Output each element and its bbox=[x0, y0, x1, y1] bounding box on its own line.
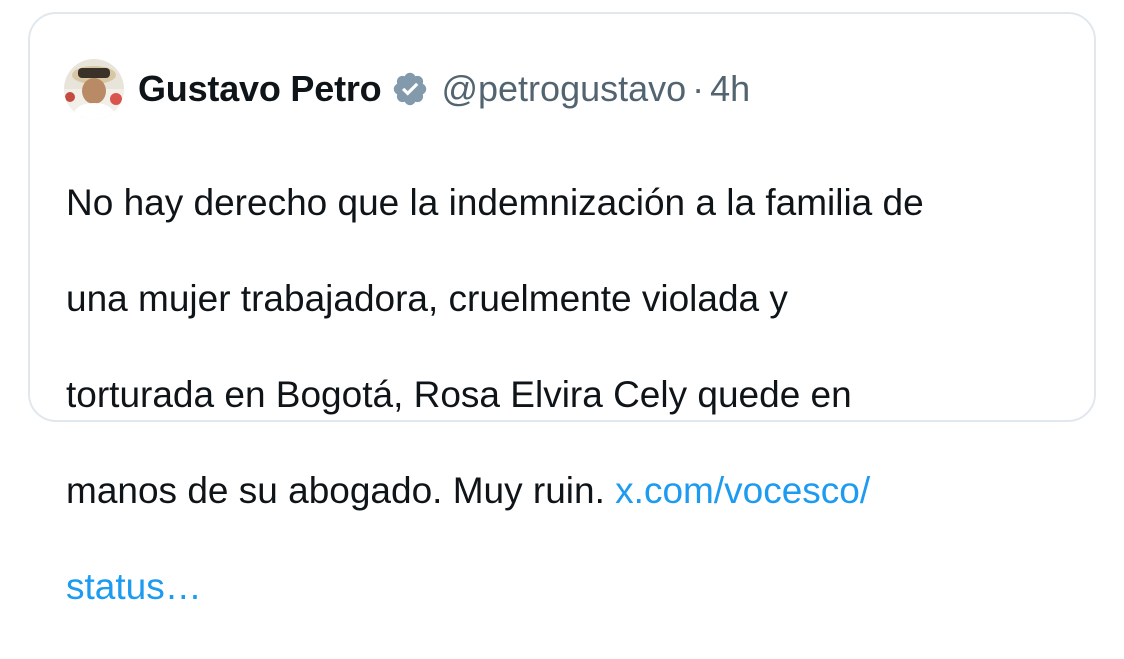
quoted-tweet-card[interactable]: Gustavo Petro @petrogustavo · 4h No hay … bbox=[28, 12, 1096, 607]
tweet-link[interactable]: x.com/vocesco/ bbox=[615, 470, 870, 511]
verified-badge-icon bbox=[391, 70, 429, 108]
tweet-text-line: una mujer trabajadora, cruelmente violad… bbox=[66, 278, 788, 319]
separator-dot: · bbox=[692, 68, 705, 109]
tweet-text-line: No hay derecho que la indemnización a la… bbox=[66, 182, 924, 223]
author-handle[interactable]: @petrogustavo bbox=[441, 68, 686, 110]
tweet-timestamp[interactable]: 4h bbox=[710, 68, 750, 110]
tweet-link-continuation[interactable]: status… bbox=[66, 563, 1066, 611]
tweet-text-line-with-link: manos de su abogado. Muy ruin. x.com/voc… bbox=[66, 467, 1066, 515]
tweet-text-line: torturada en Bogotá, Rosa Elvira Cely qu… bbox=[66, 374, 852, 415]
tweet-text-segment: manos de su abogado. Muy ruin. bbox=[66, 470, 616, 511]
avatar[interactable] bbox=[64, 59, 124, 119]
author-name[interactable]: Gustavo Petro bbox=[138, 68, 382, 110]
tweet-header: Gustavo Petro @petrogustavo · 4h bbox=[64, 56, 750, 122]
tweet-text: No hay derecho que la indemnización a la… bbox=[66, 131, 1066, 659]
